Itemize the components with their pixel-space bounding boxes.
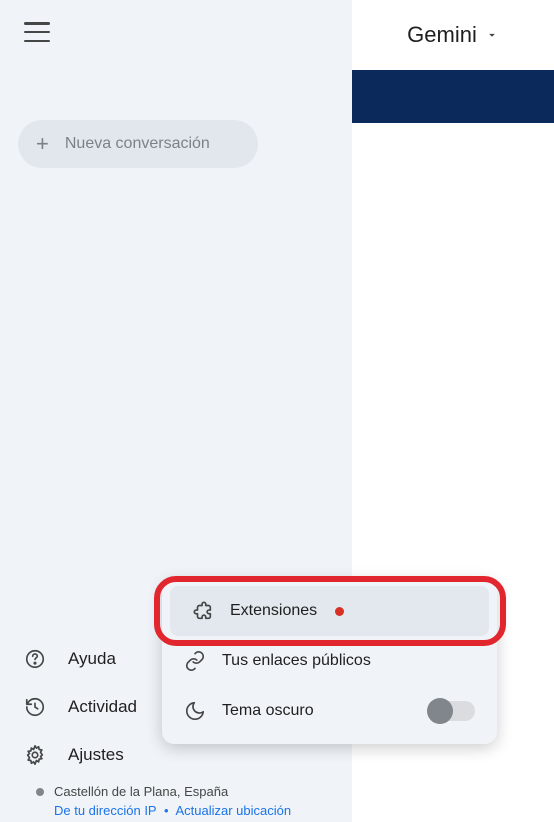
settings-menu-item[interactable]: Ajustes [24,744,137,766]
dark-theme-toggle[interactable] [429,701,475,721]
public-links-label: Tus enlaces públicos [222,652,371,670]
help-label: Ayuda [68,649,116,669]
hamburger-menu-button[interactable] [24,22,52,42]
dark-theme-menu-item[interactable]: Tema oscuro [162,686,497,736]
extension-icon [192,600,214,622]
sidebar-bottom-menu: Ayuda Actividad Ajustes [24,648,137,766]
activity-label: Actividad [68,697,137,717]
settings-popup: Extensiones Tus enlaces públicos Tema os… [162,578,497,744]
extensions-menu-item[interactable]: Extensiones [170,586,489,636]
content-header-bar [352,70,554,123]
caret-down-icon [485,28,499,42]
update-location-link[interactable]: Actualizar ubicación [175,803,291,818]
new-conversation-label: Nueva conversación [65,135,210,153]
help-menu-item[interactable]: Ayuda [24,648,137,670]
header: Gemini [352,0,554,70]
new-conversation-button[interactable]: + Nueva conversación [18,120,258,168]
history-icon [24,696,46,718]
gear-icon [24,744,46,766]
location-city: Castellón de la Plana, España [54,784,228,799]
app-name: Gemini [407,22,477,48]
location-dot-icon [36,788,44,796]
help-icon [24,648,46,670]
link-icon [184,650,206,672]
location-footer: Castellón de la Plana, España De tu dire… [36,784,291,818]
dark-theme-label: Tema oscuro [222,702,314,720]
moon-icon [184,700,206,722]
gemini-model-dropdown[interactable]: Gemini [407,22,499,48]
ip-source-link[interactable]: De tu dirección IP [54,803,156,818]
extensions-label: Extensiones [230,602,317,620]
activity-menu-item[interactable]: Actividad [24,696,137,718]
plus-icon: + [36,131,49,157]
toggle-knob [427,698,453,724]
notification-dot-icon [335,607,344,616]
settings-label: Ajustes [68,745,124,765]
public-links-menu-item[interactable]: Tus enlaces públicos [162,636,497,686]
